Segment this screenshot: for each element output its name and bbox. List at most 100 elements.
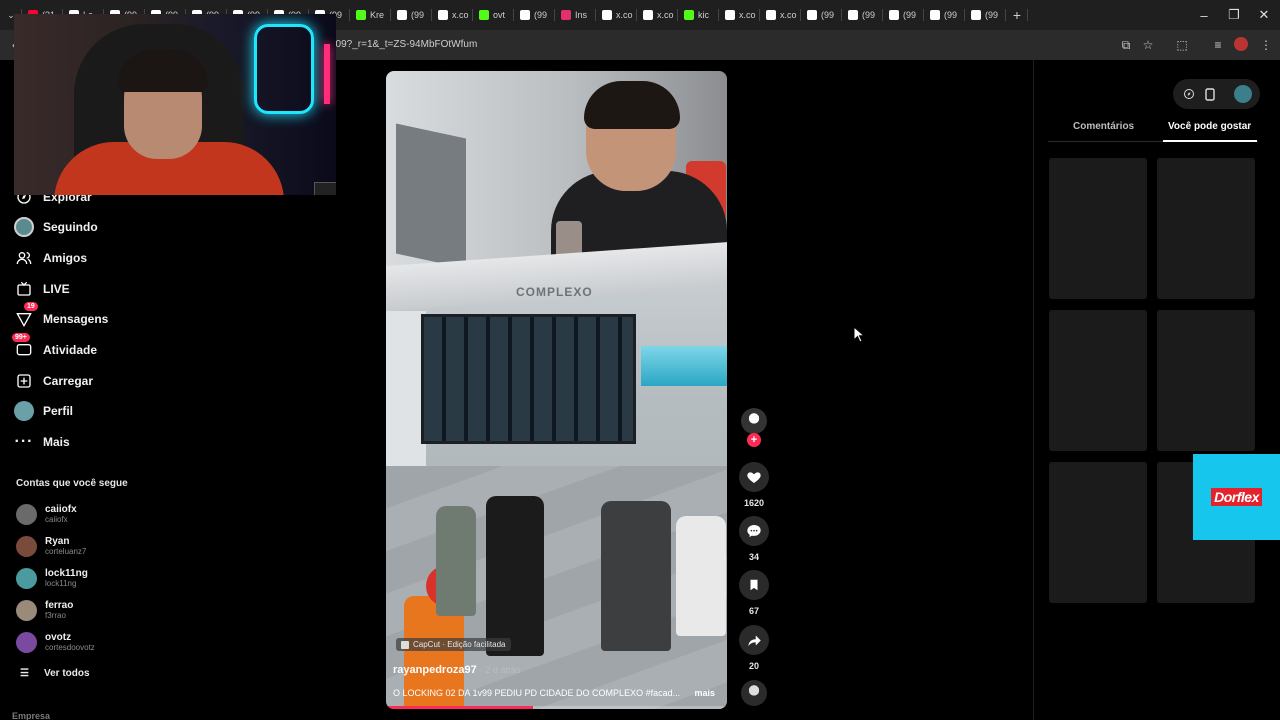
creator-avatar[interactable] — [741, 408, 767, 434]
notification-badge: 19 — [24, 302, 38, 311]
browser-tab[interactable]: (99 — [842, 0, 883, 30]
followed-account[interactable]: ferrao f3rrao — [16, 596, 73, 624]
save-button[interactable] — [739, 570, 769, 600]
browser-tab[interactable]: ovt — [473, 0, 514, 30]
follow-plus-icon[interactable]: + — [747, 433, 761, 447]
user-avatar[interactable] — [1234, 85, 1252, 103]
sidebar-item-atividade[interactable]: 99+ Atividade — [12, 333, 98, 361]
sidebar-item-label: Atividade — [43, 343, 98, 357]
browser-tab[interactable]: Ins — [555, 0, 596, 30]
sidebar-item-perfil[interactable]: Perfil — [14, 400, 73, 422]
account-text: ferrao f3rrao — [45, 600, 73, 621]
device-icon[interactable] — [1202, 86, 1218, 102]
roof-sign: COMPLEXO — [516, 285, 593, 299]
suggested-video-thumb[interactable] — [1157, 310, 1255, 451]
extensions-icon[interactable]: ⬚ — [1174, 37, 1190, 53]
tab-you-may-like[interactable]: Você pode gostar — [1168, 121, 1251, 132]
account-text: ovotz cortesdoovotz — [45, 632, 95, 653]
browser-tab[interactable]: (99 — [514, 0, 555, 30]
capcut-tag[interactable]: CapCut · Edição facilitada — [396, 638, 511, 651]
browser-tab[interactable]: (99 — [883, 0, 924, 30]
more-icon: ··· — [14, 433, 34, 450]
bookmark-star-icon[interactable]: ☆ — [1140, 37, 1156, 53]
suggested-video-thumb[interactable] — [1049, 310, 1147, 451]
sidebar-item-mensagens[interactable]: 19 Mensagens — [14, 302, 109, 330]
sidebar-item-label: Carregar — [43, 374, 94, 388]
streamer-webcam — [14, 14, 336, 195]
building-wall — [386, 311, 426, 466]
sidebar-item-label: Seguindo — [43, 220, 98, 234]
avatar — [16, 631, 37, 653]
new-tab-button[interactable]: + — [1006, 0, 1028, 30]
browser-tab[interactable]: x.co — [432, 0, 473, 30]
media-controls-icon[interactable]: ≡ — [1210, 37, 1226, 53]
comment-count: 34 — [748, 552, 759, 562]
browser-tab[interactable]: (99 — [801, 0, 842, 30]
neon-light-strip — [324, 44, 330, 104]
browser-tab[interactable]: (99 — [965, 0, 1006, 30]
sidebar-item-carregar[interactable]: Carregar — [14, 370, 93, 392]
music-disc-avatar[interactable] — [741, 680, 767, 706]
tab-title: (99 — [944, 10, 958, 20]
browser-tab[interactable]: x.co — [719, 0, 760, 30]
sidebar-item-label: Mais — [43, 435, 70, 449]
sidebar-item-mais[interactable]: ··· Mais — [14, 431, 70, 453]
suggested-video-thumb[interactable] — [1157, 158, 1255, 299]
minimize-button[interactable]: – — [1188, 0, 1220, 30]
tab-favicon-icon — [848, 10, 858, 20]
tab-favicon-icon — [766, 10, 776, 20]
capcut-icon — [401, 640, 409, 649]
browser-tab[interactable]: x.co — [637, 0, 678, 30]
browser-tab[interactable]: (99 — [391, 0, 432, 30]
activity-icon: 99+ — [12, 333, 34, 360]
account-name: lock11ng — [45, 567, 88, 579]
sidebar-item-label: Amigos — [43, 251, 88, 265]
like-button[interactable] — [739, 462, 769, 492]
followed-account[interactable]: ovotz cortesdoovotz — [16, 628, 95, 656]
share-button[interactable] — [739, 625, 769, 655]
tab-title: (99 — [862, 10, 876, 20]
character-white — [676, 516, 726, 636]
sidebar-item-label: Mensagens — [43, 312, 109, 326]
footer-company-link[interactable]: Empresa — [12, 711, 50, 720]
restore-button[interactable]: ❐ — [1218, 0, 1250, 30]
account-text: Ryan corteluanz7 — [45, 536, 86, 557]
dorflex-ad-banner[interactable]: Dorflex — [1193, 454, 1280, 540]
video-player[interactable]: COMPLEXO CapCut · Edição facilitada raya… — [386, 71, 727, 709]
followed-account[interactable]: Ryan corteluanz7 — [16, 532, 86, 560]
comment-button[interactable] — [739, 516, 769, 546]
avatar — [16, 535, 37, 557]
install-app-icon[interactable]: ⧉ — [1118, 37, 1134, 53]
video-author[interactable]: rayanpedroza97 · 2 d atrás — [393, 664, 520, 676]
share-icon — [747, 635, 761, 646]
tab-comments[interactable]: Comentários — [1073, 121, 1134, 132]
see-all-button[interactable]: ☰ Ver todos — [20, 668, 90, 679]
sidebar-item-live[interactable]: LIVE — [14, 278, 70, 300]
suggested-video-thumb[interactable] — [1049, 158, 1147, 299]
browser-tab[interactable]: x.co — [760, 0, 801, 30]
sidebar-item-amigos[interactable]: Amigos — [14, 247, 87, 269]
suggested-video-thumb[interactable] — [1049, 462, 1147, 603]
browser-tab[interactable]: Kre — [350, 0, 391, 30]
like-count: 1620 — [743, 498, 765, 508]
sidebar-item-seguindo[interactable]: Seguindo — [14, 216, 98, 238]
followed-account[interactable]: lock11ng lock11ng — [16, 564, 88, 592]
post-time: · 2 d atrás — [479, 665, 521, 675]
caption-more-link[interactable]: mais — [694, 688, 715, 698]
compass-icon[interactable] — [1181, 86, 1197, 102]
browser-tab[interactable]: (99 — [924, 0, 965, 30]
author-username[interactable]: rayanpedroza97 — [393, 664, 477, 676]
video-progress-fill — [386, 706, 533, 709]
browser-tab[interactable]: kic — [678, 0, 719, 30]
tab-title: x.co — [616, 10, 633, 20]
profile-avatar-icon[interactable] — [1233, 37, 1249, 53]
address-bar[interactable]: 509?_r=1&_t=ZS-94MbFOtWfum — [330, 34, 1110, 56]
browser-tab[interactable]: x.co — [596, 0, 637, 30]
tab-favicon-icon — [479, 10, 489, 20]
share-count: 20 — [748, 661, 759, 671]
followed-account[interactable]: caiiofx caiiofx — [16, 500, 77, 528]
close-window-button[interactable]: ✕ — [1248, 0, 1280, 30]
browser-menu-icon[interactable]: ⋮ — [1258, 37, 1274, 53]
video-progress-bar[interactable] — [386, 706, 727, 709]
avatar — [16, 599, 37, 621]
